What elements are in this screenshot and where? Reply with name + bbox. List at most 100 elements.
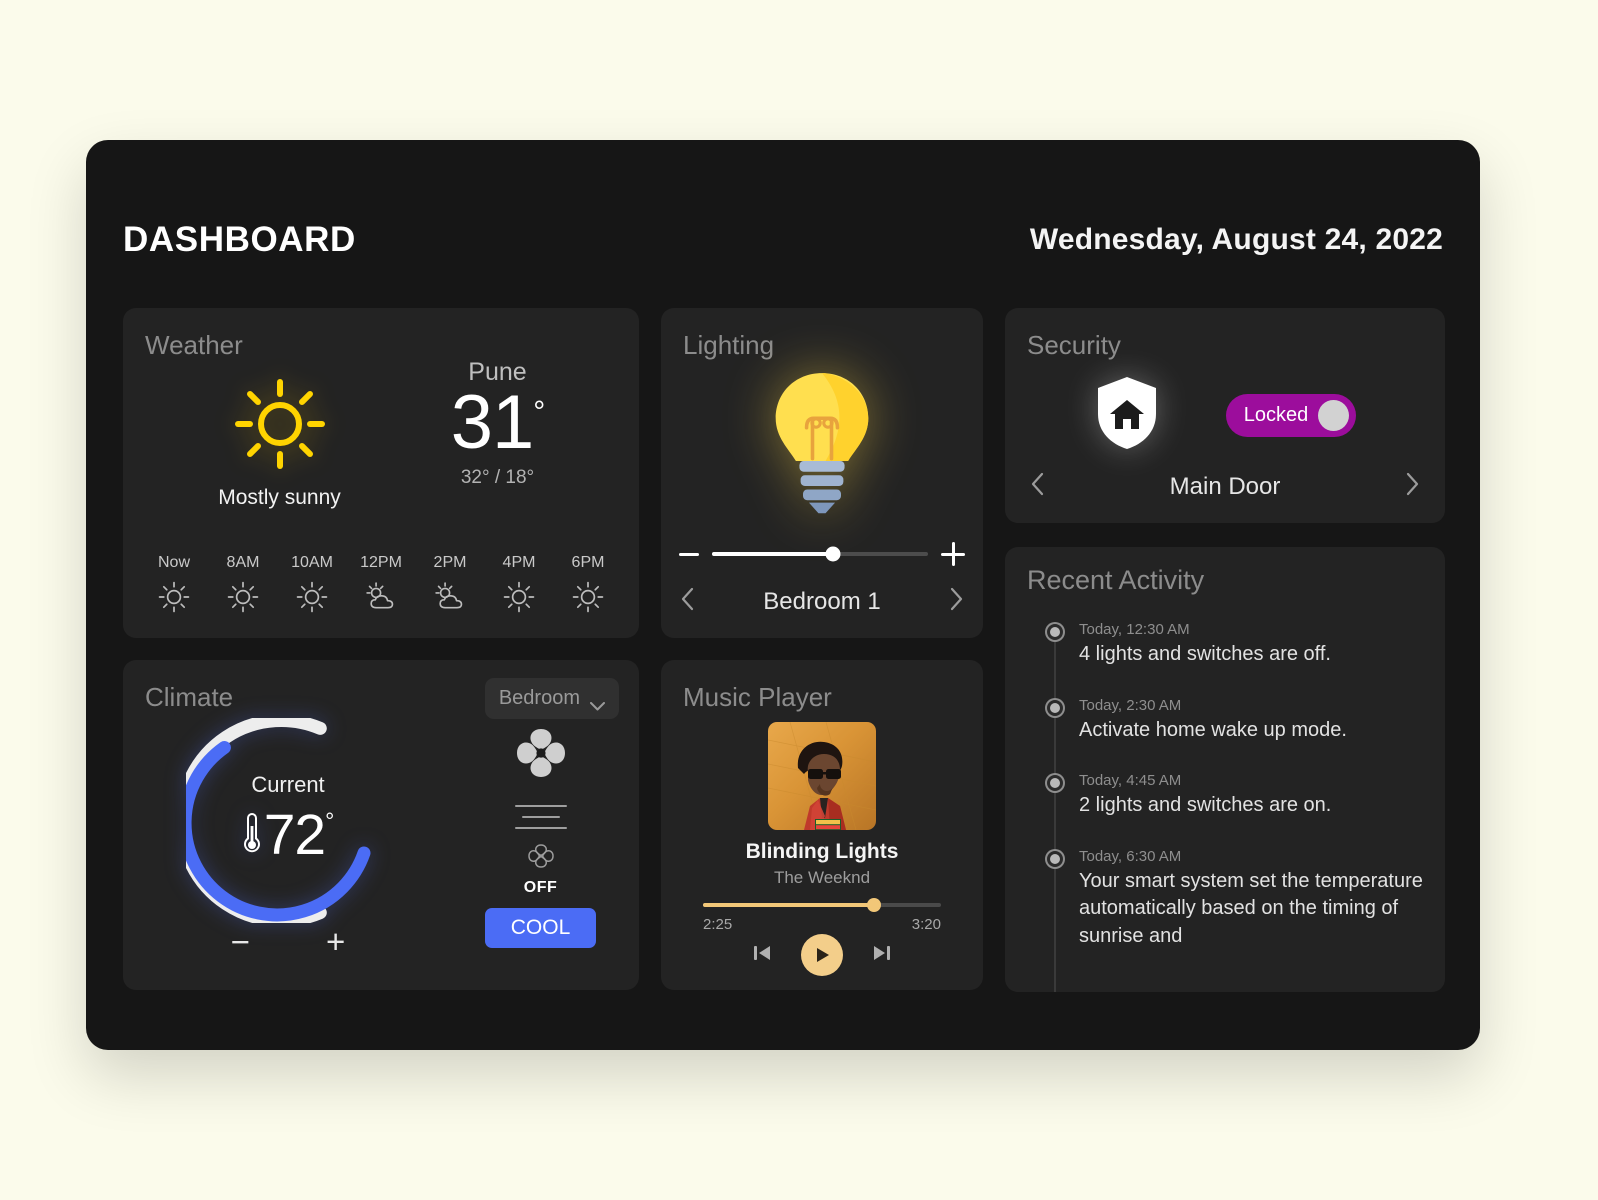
hourly-forecast: Now 8AM 10AM 12PM 2PM 4PM 6PM bbox=[141, 554, 621, 616]
weather-condition-block: Mostly sunny bbox=[165, 358, 395, 510]
hourly-item: 4PM bbox=[486, 554, 552, 616]
activity-text: 2 lights and switches are on. bbox=[1079, 794, 1332, 817]
climate-body: Current 72 ° − + OFF COOL bbox=[123, 712, 639, 990]
temperature-gauge: Current 72 ° bbox=[174, 714, 391, 927]
chevron-left-icon[interactable] bbox=[679, 585, 696, 618]
thermostat-control: Current 72 ° − + bbox=[123, 712, 453, 958]
security-door-switcher: Main Door bbox=[1029, 470, 1421, 503]
activity-text: Activate home wake up mode. bbox=[1079, 718, 1347, 741]
gauge-readout: Current 72 ° bbox=[186, 772, 391, 868]
timeline-dot-icon bbox=[1047, 624, 1063, 640]
sun-icon bbox=[210, 578, 276, 616]
temperature-increase-button[interactable]: + bbox=[326, 925, 345, 958]
fan-speed-line bbox=[514, 827, 567, 829]
play-icon[interactable] bbox=[801, 934, 843, 976]
temperature-stepper: − + bbox=[123, 925, 453, 958]
activity-item: Today, 4:45 AM 2 lights and switches are… bbox=[1047, 772, 1425, 820]
fan-icon[interactable] bbox=[510, 722, 572, 789]
activity-time: Today, 12:30 AM bbox=[1079, 621, 1190, 638]
cool-mode-button[interactable]: COOL bbox=[484, 908, 597, 948]
lock-toggle-knob bbox=[1318, 400, 1350, 431]
chevron-right-icon[interactable] bbox=[948, 585, 965, 618]
page-title: DASHBOARD bbox=[123, 220, 356, 259]
hourly-label: Now bbox=[157, 554, 190, 571]
activity-time: Today, 4:45 AM bbox=[1079, 772, 1182, 790]
brightness-slider-fill bbox=[712, 552, 833, 556]
security-status-row: Locked bbox=[1005, 374, 1445, 457]
security-card-title: Security bbox=[1027, 330, 1121, 360]
lock-toggle[interactable]: Locked bbox=[1225, 394, 1357, 437]
thermometer-icon bbox=[242, 810, 262, 861]
weather-temp-value: 31 bbox=[450, 380, 535, 465]
song-artist: The Weeknd bbox=[773, 868, 871, 887]
activity-text: Your smart system set the temperature au… bbox=[1079, 869, 1423, 947]
security-card: Security Locked Main Door bbox=[1005, 308, 1445, 523]
fan-speed-line bbox=[514, 805, 567, 807]
sun-cloud-icon bbox=[348, 578, 414, 616]
page-root: DASHBOARD Wednesday, August 24, 2022 Wea… bbox=[0, 0, 1598, 1200]
playback-controls bbox=[661, 934, 983, 976]
playback-progress: 2:25 3:20 bbox=[703, 898, 941, 933]
hourly-label: 12PM bbox=[360, 554, 402, 571]
progress-fill bbox=[703, 903, 875, 907]
shield-home-icon bbox=[1094, 374, 1160, 457]
weather-condition-label: Mostly sunny bbox=[218, 486, 341, 509]
progress-knob[interactable] bbox=[867, 898, 882, 912]
minus-icon[interactable] bbox=[679, 552, 699, 556]
hourly-item: 10AM bbox=[279, 554, 345, 616]
weather-high-low: 32° / 18° bbox=[460, 466, 535, 488]
timeline-dot-icon bbox=[1047, 775, 1063, 792]
brightness-slider-row bbox=[679, 542, 965, 566]
hourly-label: 4PM bbox=[502, 554, 536, 571]
climate-card: Climate Bedroom Current 72 ° − + OFF COO… bbox=[123, 660, 639, 990]
activity-item: Today, 12:30 AM 4 lights and switches ar… bbox=[1047, 621, 1425, 669]
hourly-item: Now bbox=[141, 554, 207, 616]
lock-state-label: Locked bbox=[1243, 404, 1309, 426]
recent-activity-title: Recent Activity bbox=[1027, 565, 1205, 595]
fan-state-label: OFF bbox=[523, 879, 558, 896]
hourly-label: 2PM bbox=[433, 554, 467, 571]
brightness-slider-knob[interactable] bbox=[825, 546, 841, 562]
chevron-down-icon bbox=[590, 694, 605, 711]
playback-times: 2:25 3:20 bbox=[703, 916, 941, 933]
sun-icon bbox=[555, 578, 621, 616]
music-player-card: Music Player Blinding Lights The Weeknd … bbox=[661, 660, 983, 990]
song-title: Blinding Lights bbox=[745, 840, 899, 863]
lighting-card: Lighting Bedroom 1 bbox=[661, 308, 983, 638]
dashboard-panel: DASHBOARD Wednesday, August 24, 2022 Wea… bbox=[86, 140, 1480, 1050]
elapsed-time: 2:25 bbox=[703, 916, 733, 933]
skip-previous-icon[interactable] bbox=[751, 942, 773, 969]
lighting-room-name: Bedroom 1 bbox=[763, 587, 881, 615]
climate-room-label: Bedroom bbox=[498, 687, 580, 709]
sun-icon bbox=[279, 578, 345, 616]
weather-location-block: Pune 31° 32° / 18° bbox=[398, 358, 598, 489]
plus-icon[interactable] bbox=[941, 542, 965, 566]
fan-speed-slider[interactable] bbox=[514, 805, 567, 829]
hourly-label: 8AM bbox=[226, 554, 260, 571]
weather-summary: Mostly sunny Pune 31° 32° / 18° bbox=[123, 358, 639, 510]
brightness-slider[interactable] bbox=[712, 546, 928, 562]
chevron-left-icon[interactable] bbox=[1029, 470, 1046, 503]
light-bulb-icon[interactable] bbox=[661, 366, 983, 518]
hourly-label: 10AM bbox=[291, 554, 333, 571]
chevron-right-icon[interactable] bbox=[1404, 470, 1421, 503]
current-date: Wednesday, August 24, 2022 bbox=[1029, 223, 1443, 256]
activity-time: Today, 2:30 AM bbox=[1079, 696, 1182, 714]
recent-activity-card: Recent Activity Today, 12:30 AM 4 lights… bbox=[1005, 547, 1445, 992]
progress-slider[interactable] bbox=[703, 898, 941, 912]
fan-control-column: OFF COOL bbox=[453, 712, 628, 948]
weather-card-title: Weather bbox=[145, 330, 243, 360]
fan-outline-icon bbox=[524, 841, 558, 876]
activity-item: Today, 6:30 AM Your smart system set the… bbox=[1047, 848, 1425, 951]
timeline-dot-icon bbox=[1047, 850, 1063, 867]
sun-icon bbox=[230, 374, 330, 474]
skip-next-icon[interactable] bbox=[871, 942, 893, 969]
timeline-dot-icon bbox=[1047, 699, 1063, 716]
gauge-temperature: 72 bbox=[263, 803, 326, 867]
music-card-title: Music Player bbox=[683, 682, 832, 712]
hourly-item: 2PM bbox=[417, 554, 483, 616]
gauge-value-row: 72 ° bbox=[186, 802, 391, 868]
total-duration: 3:20 bbox=[911, 916, 941, 933]
weather-temp-degree: ° bbox=[533, 395, 545, 429]
temperature-decrease-button[interactable]: − bbox=[231, 925, 250, 958]
